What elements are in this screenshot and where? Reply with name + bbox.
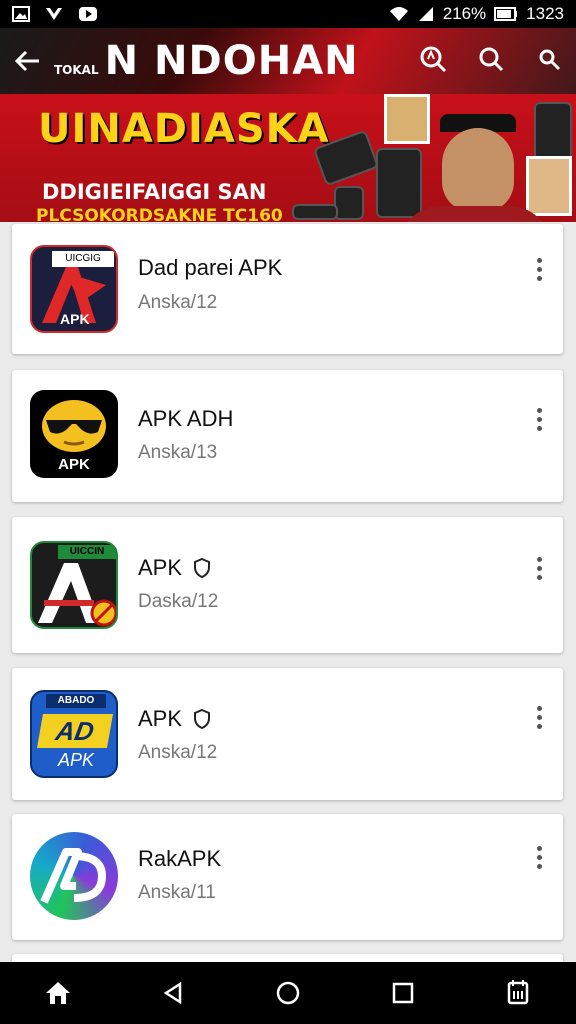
app-subtitle: Anska/11 [138,882,216,903]
app-subtitle: Daska/12 [138,591,219,612]
banner-headline: UINADIASKA [38,106,330,152]
app-title-text: RakAPK [138,846,222,871]
clock: 1323 [526,4,564,23]
sunglasses-face-icon [42,400,106,452]
youtube-notification-icon [79,7,97,21]
no-entry-badge-icon [90,599,116,627]
app-title: APK [138,555,212,581]
screenshot-icon [508,980,529,1005]
home-circle-nav-button[interactable] [258,968,318,1018]
wifi-icon [389,7,408,21]
app-subtitle: Anska/12 [138,292,218,313]
app-title-text: APK [138,706,183,731]
search-discover-icon [420,46,447,73]
app-icon [30,832,118,920]
status-system: 216% 1323 [389,4,564,24]
icon-main-text: AD [37,714,113,748]
app-title: RakAPK [138,846,221,872]
toolbar-actions [416,42,566,76]
battery-icon [494,7,518,21]
app-title: Dad parei APK [138,255,282,281]
home-nav-button[interactable] [28,968,88,1018]
banner-person-image [400,114,550,222]
icon-label: APK [57,750,95,770]
page-title: TOKAL N NDOHAN [54,38,359,84]
icon-top-text: ABADO [46,694,106,708]
status-notifications [12,6,98,22]
recents-square-icon [392,982,414,1004]
banner-phone-4 [292,204,338,220]
ad-logo-icon [40,848,107,904]
icon-label: APK [58,456,90,473]
recents-nav-button[interactable] [373,968,433,1018]
app-title-text: APK [138,555,183,580]
overflow-menu-button[interactable] [529,840,549,874]
app-title: APK [138,706,212,732]
overflow-menu-button[interactable] [529,551,549,585]
list-item[interactable]: UICCIN APK Daska/12 [12,517,563,653]
discover-button[interactable] [416,42,450,76]
app-icon: UICGIG APK [30,245,118,333]
search-icon [479,47,504,72]
banner-phone-3 [334,186,364,220]
home-circle-icon [276,981,300,1005]
status-bar: 216% 1323 [0,0,576,28]
back-nav-button[interactable] [143,968,203,1018]
battery-percent: 216% [442,4,487,23]
icon-label: APK [60,311,90,327]
app-icon: APK [30,390,118,478]
shield-icon [194,708,211,730]
app-notification-icon [46,8,62,20]
search-secondary-button[interactable] [532,42,566,76]
list-item[interactable]: UICGIG APK Dad parei APK Anska/12 [12,224,563,354]
home-icon [45,982,70,1004]
back-arrow-icon [14,50,39,72]
overflow-menu-button[interactable] [529,402,549,436]
search-button[interactable] [474,42,508,76]
app-title-text: Dad parei APK [138,255,283,280]
app-subtitle: Anska/12 [138,742,218,763]
back-triangle-icon [163,981,182,1005]
app-icon: UICCIN [30,541,118,629]
list-item[interactable]: ABADO AD APK APK Anska/12 [12,668,563,800]
banner-subline-1: DDIGIEIFAIGGI SAN [42,180,267,204]
overflow-menu-button[interactable] [529,252,549,286]
app-title-text: APK ADH [138,406,234,431]
shield-icon [194,557,211,579]
overflow-menu-button[interactable] [529,700,549,734]
gallery-notification-icon [12,6,30,22]
back-button[interactable] [0,28,54,94]
title-prefix: TOKAL [54,63,99,77]
screenshot-nav-button[interactable] [488,968,548,1018]
toolbar: TOKAL N NDOHAN [0,28,576,94]
banner-subline-2: PLCSOKORDSAKNE TC160 [36,206,283,222]
system-navigation-bar [0,962,576,1024]
app-subtitle: Anska/13 [138,442,218,463]
title-text: N NDOHAN [104,38,359,84]
list-item[interactable]: APK APK ADH Anska/13 [12,370,563,502]
app-icon: ABADO AD APK [30,690,118,778]
search-small-icon [539,49,561,71]
header-banner: TOKAL N NDOHAN UINADIASKA DDIGIEIFAIGGI … [0,28,576,222]
app-title: APK ADH [138,406,233,432]
list-item[interactable]: RakAPK Anska/11 [12,814,563,940]
signal-icon [418,7,433,21]
